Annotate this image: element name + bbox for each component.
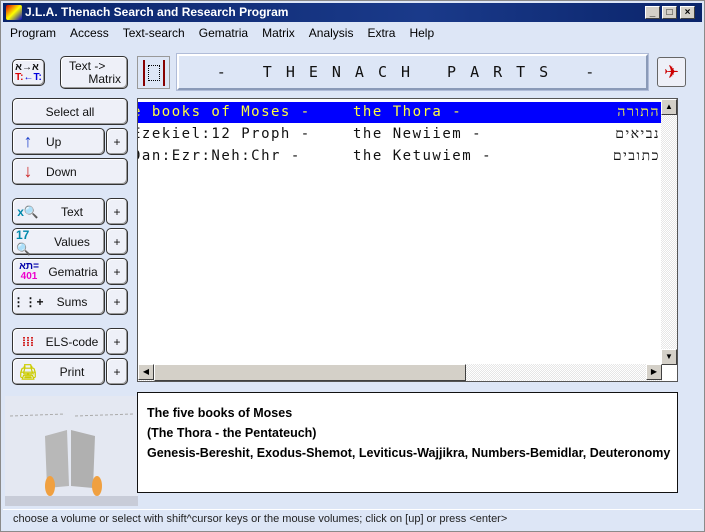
select-all-label: Select all <box>45 104 95 119</box>
scroll-icon[interactable] <box>137 56 170 89</box>
minimize-button[interactable]: _ <box>645 6 660 19</box>
close-button[interactable]: × <box>680 6 695 19</box>
gematria-icon: תא= 401 <box>19 260 39 282</box>
description-line: (The Thora - the Pentateuch) <box>147 426 317 440</box>
text-label: Text <box>60 204 83 219</box>
description-line: Genesis-Bereshit, Exodus-Shemot, Levitic… <box>147 446 671 460</box>
arrow-up-icon: ↑ <box>23 131 33 151</box>
menu-bar: Program Access Text-search Gematria Matr… <box>3 23 702 43</box>
sums-plus-button[interactable]: + <box>106 288 128 315</box>
title-bar: J.L.A. Thenach Search and Research Progr… <box>3 3 702 22</box>
horizontal-scrollbar[interactable]: ◀ ▶ <box>138 364 662 381</box>
list-item[interactable]: Ezekiel:12 Proph - the Newiiem - נביאים <box>138 124 662 145</box>
volume-description: The five books of Moses (The Thora - the… <box>137 392 678 493</box>
section-header: - THENACH PARTS - <box>177 54 648 90</box>
transliterate-button[interactable]: א→א T:←T: <box>12 59 45 86</box>
text-plus-button[interactable]: + <box>106 198 128 225</box>
list-item[interactable]: e books of Moses - the Thora - התורה <box>138 102 662 123</box>
vertical-scrollbar[interactable]: ▲ ▼ <box>661 99 677 365</box>
up-button[interactable]: ↑ Up <box>12 128 105 155</box>
hebrew-latin-icon: א→א T:←T: <box>15 61 42 83</box>
maximize-button[interactable]: □ <box>662 6 677 19</box>
values-plus-button[interactable]: + <box>106 228 128 255</box>
els-code-button[interactable]: ⁞⁞⁞ ELS-code <box>12 328 105 355</box>
menu-access[interactable]: Access <box>63 23 116 43</box>
up-label: Up <box>46 134 62 149</box>
print-button[interactable]: 🖨 Print <box>12 358 105 385</box>
horizontal-scroll-thumb[interactable] <box>154 364 466 381</box>
up-plus-button[interactable]: + <box>106 128 128 155</box>
scroll-right-icon[interactable]: ▶ <box>646 364 662 380</box>
scroll-down-icon[interactable]: ▼ <box>661 349 677 365</box>
thora-scroll-illustration <box>5 396 138 506</box>
grid-plus-icon: ⋮⋮+ <box>12 294 44 309</box>
scroll-up-icon[interactable]: ▲ <box>661 99 677 115</box>
sums-label: Sums <box>56 294 88 309</box>
gematria-button[interactable]: תא= 401 Gematria <box>12 258 105 285</box>
els-grid-icon: ⁞⁞⁞ <box>22 334 34 349</box>
menu-gematria[interactable]: Gematria <box>192 23 255 43</box>
app-window: J.L.A. Thenach Search and Research Progr… <box>0 0 705 532</box>
window-title: J.L.A. Thenach Search and Research Progr… <box>25 5 289 19</box>
volume-list[interactable]: e books of Moses - the Thora - התורה Ezeki… <box>137 98 678 382</box>
print-plus-button[interactable]: + <box>106 358 128 385</box>
menu-help[interactable]: Help <box>402 23 441 43</box>
text-search-button[interactable]: x🔍 Text <box>12 198 105 225</box>
printer-icon: 🖨 <box>18 363 38 381</box>
scroll-left-icon[interactable]: ◀ <box>138 364 154 380</box>
app-icon[interactable] <box>6 5 22 20</box>
menu-text-search[interactable]: Text-search <box>116 23 192 43</box>
print-label: Print <box>59 364 85 379</box>
gematria-label: Gematria <box>48 264 98 279</box>
menu-analysis[interactable]: Analysis <box>302 23 361 43</box>
sums-button[interactable]: ⋮⋮+ Sums <box>12 288 105 315</box>
exit-icon[interactable]: ✈ <box>657 57 686 87</box>
text-matrix-label-2: Matrix <box>88 72 121 86</box>
values-button[interactable]: 17🔍 Values <box>12 227 105 256</box>
list-item[interactable]: Dan:Ezr:Neh:Chr - the Ketuwiem - כתובים <box>138 146 662 167</box>
menu-matrix[interactable]: Matrix <box>255 23 302 43</box>
values-label: Values <box>54 234 90 249</box>
description-line: The five books of Moses <box>147 406 293 420</box>
menu-program[interactable]: Program <box>3 23 63 43</box>
gematria-plus-button[interactable]: + <box>106 258 128 285</box>
search-icon: x🔍 <box>17 204 39 219</box>
down-button[interactable]: ↓ Down <box>12 158 128 185</box>
status-bar: choose a volume or select with shift^cur… <box>3 509 702 527</box>
down-label: Down <box>46 164 77 179</box>
els-plus-button[interactable]: + <box>106 328 128 355</box>
values-search-icon: 17🔍 <box>16 227 31 256</box>
select-all-button[interactable]: Select all <box>12 98 128 125</box>
text-to-matrix-button[interactable]: Text -> Matrix <box>60 56 128 89</box>
els-label: ELS-code <box>45 334 99 349</box>
menu-extra[interactable]: Extra <box>360 23 402 43</box>
arrow-down-icon: ↓ <box>23 161 33 181</box>
